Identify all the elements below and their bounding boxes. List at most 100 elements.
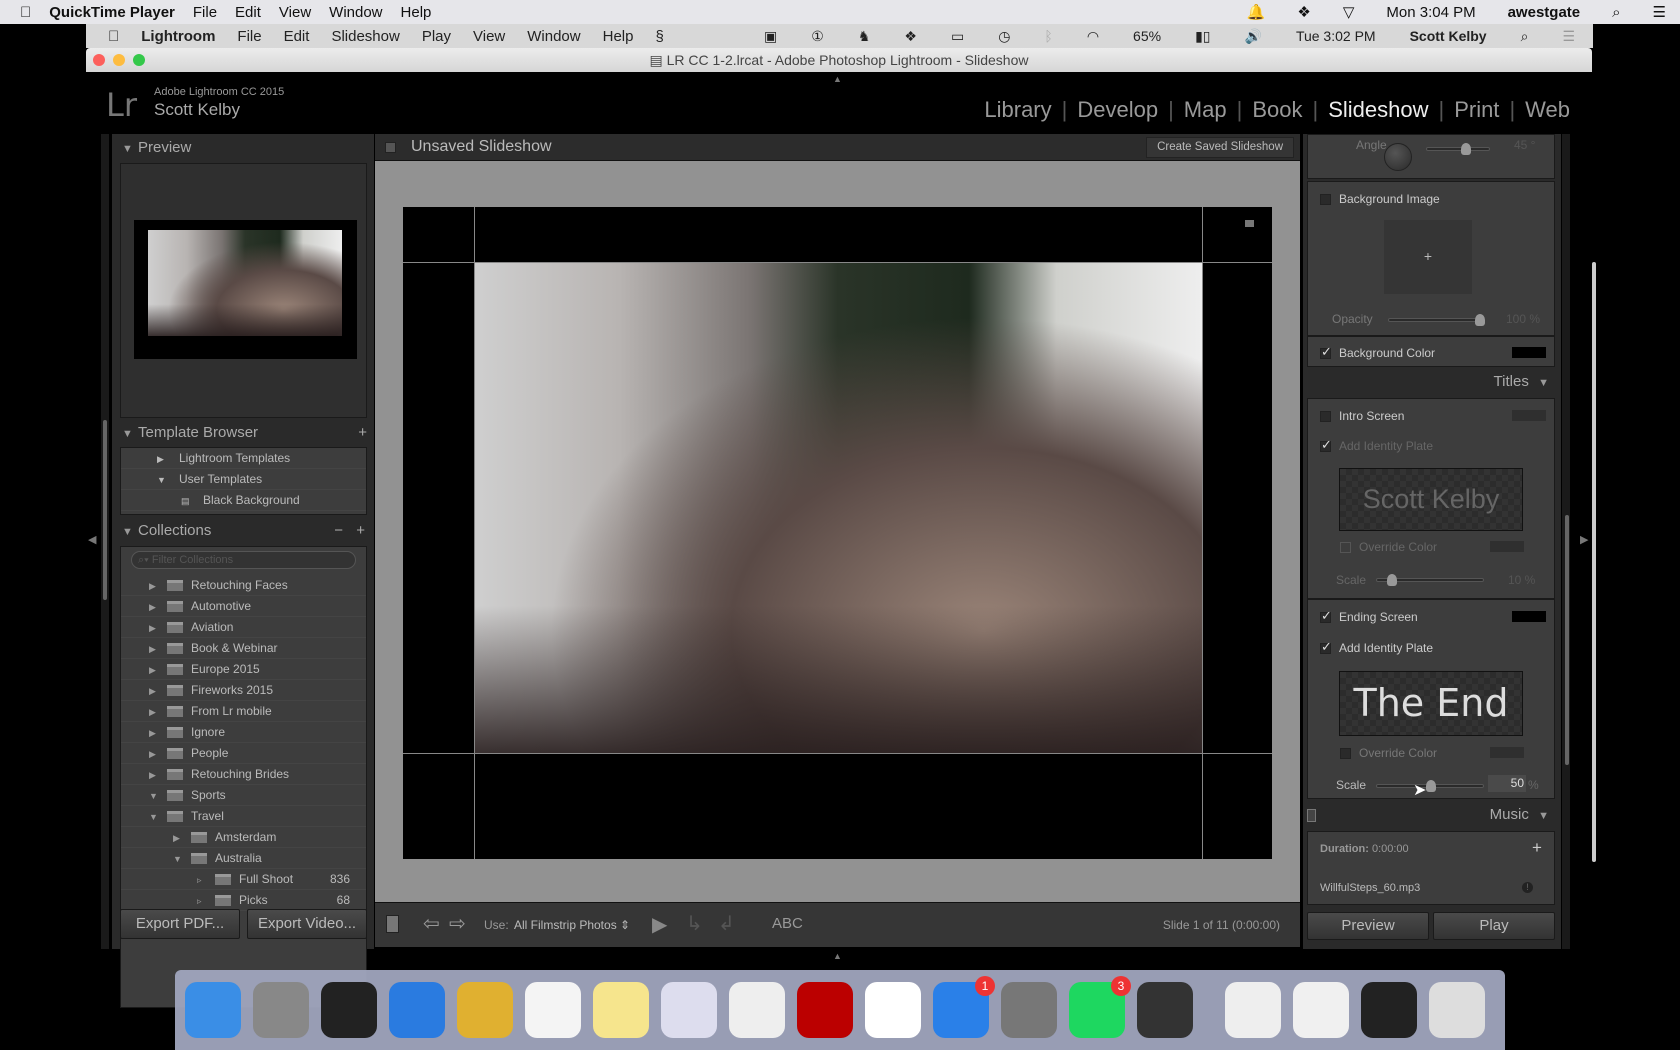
- notes-icon[interactable]: [593, 982, 649, 1038]
- add-template-icon[interactable]: +: [358, 420, 367, 446]
- menu-slideshow[interactable]: Slideshow: [331, 28, 399, 45]
- dropbox-icon[interactable]: ❖: [904, 28, 917, 45]
- intro-scale-slider[interactable]: [1376, 574, 1484, 586]
- apple-menu-icon[interactable]: : [20, 4, 31, 21]
- minimize-button[interactable]: [113, 54, 125, 66]
- menu-file[interactable]: File: [237, 28, 261, 45]
- rating-overlay-icon[interactable]: [1245, 220, 1254, 227]
- intro-identity-row[interactable]: Add Identity Plate: [1320, 437, 1554, 453]
- collection-item[interactable]: ▹ Full Shoot 836: [121, 869, 366, 890]
- video-editor-icon[interactable]: [865, 982, 921, 1038]
- disclosure-icon[interactable]: ▶: [149, 639, 167, 660]
- quicktime-icon[interactable]: [1137, 982, 1193, 1038]
- menu-help[interactable]: Help: [603, 28, 634, 45]
- background-image-row[interactable]: Background Image: [1320, 192, 1554, 206]
- airplay-icon[interactable]: ▭: [951, 28, 964, 45]
- spotlight-icon[interactable]: ⌕: [1521, 28, 1529, 45]
- ending-color-swatch[interactable]: [1512, 611, 1546, 622]
- volume-icon[interactable]: 🔊: [1245, 28, 1262, 45]
- disclosure-icon[interactable]: ▶: [173, 828, 191, 849]
- filter-collections-input[interactable]: ⌕▾ Filter Collections: [131, 551, 356, 569]
- qt-scrollbar[interactable]: [1592, 262, 1596, 862]
- spotify-icon[interactable]: 3: [1069, 976, 1131, 1038]
- menu-edit[interactable]: Edit: [235, 4, 261, 21]
- preview-button[interactable]: Preview: [1307, 912, 1429, 940]
- dropbox-icon[interactable]: ❖: [1297, 3, 1310, 21]
- launchpad-icon[interactable]: [253, 982, 309, 1038]
- slider-thumb[interactable]: [1386, 574, 1397, 586]
- background-image-well[interactable]: +: [1384, 220, 1472, 294]
- collection-item[interactable]: ▶ Amsterdam: [121, 827, 366, 848]
- user-name[interactable]: Scott Kelby: [1410, 28, 1487, 44]
- slider-thumb[interactable]: [1461, 143, 1471, 155]
- ending-override-checkbox[interactable]: [1340, 748, 1351, 760]
- document-icon[interactable]: [1225, 982, 1281, 1038]
- script-icon[interactable]: §: [655, 28, 663, 45]
- menu-window[interactable]: Window: [329, 4, 382, 21]
- reminders-icon[interactable]: [525, 982, 581, 1038]
- chrome-icon[interactable]: [457, 982, 513, 1038]
- play-slideshow-button[interactable]: Play: [1433, 912, 1555, 940]
- collection-item[interactable]: ▼ Sports: [121, 785, 366, 806]
- app-store-icon[interactable]: 1: [933, 976, 995, 1038]
- notification-center-icon[interactable]: ☰: [1653, 3, 1666, 21]
- collection-item[interactable]: ▶ Aviation: [121, 617, 366, 638]
- stop-button[interactable]: [386, 915, 399, 933]
- music-file[interactable]: WillfulSteps_60.mp3: [1320, 882, 1554, 894]
- module-library[interactable]: Library: [984, 97, 1051, 123]
- collection-item[interactable]: ▼ Australia: [121, 848, 366, 869]
- opacity-slider[interactable]: [1388, 314, 1485, 326]
- collection-item[interactable]: ▶ Retouching Brides: [121, 764, 366, 785]
- collection-toggle-icon[interactable]: [385, 142, 396, 153]
- background-color-swatch[interactable]: [1512, 347, 1546, 358]
- template-item[interactable]: ▶ Lightroom Templates: [121, 448, 366, 469]
- disclosure-icon[interactable]: ▶: [149, 597, 167, 618]
- guide-line-bottom[interactable]: [403, 753, 1272, 754]
- template-item[interactable]: ▼ User Templates: [121, 469, 366, 490]
- collection-item[interactable]: ▶ Retouching Faces: [121, 575, 366, 596]
- collection-item[interactable]: ▹ Picks 68: [121, 890, 366, 911]
- export-video-button[interactable]: Export Video...: [247, 909, 367, 939]
- filmstrip-toggle-icon[interactable]: ▲: [833, 951, 842, 961]
- mission-control-icon[interactable]: [321, 982, 377, 1038]
- next-slide-button[interactable]: ⇨: [449, 911, 466, 936]
- intro-override-checkbox[interactable]: [1340, 542, 1351, 554]
- finder-icon[interactable]: [185, 982, 241, 1038]
- slider-thumb[interactable]: [1475, 314, 1485, 326]
- add-text-button[interactable]: ABC: [772, 915, 803, 932]
- menu-play[interactable]: Play: [422, 28, 451, 45]
- left-panel-toggle-icon[interactable]: ◀: [88, 533, 96, 546]
- ending-identity-plate[interactable]: The End: [1339, 671, 1523, 736]
- create-saved-slideshow-button[interactable]: Create Saved Slideshow: [1146, 137, 1294, 158]
- wifi-icon[interactable]: ▽: [1343, 3, 1355, 21]
- disclosure-icon[interactable]: ▼: [149, 786, 167, 807]
- 1password-icon[interactable]: ①: [811, 28, 824, 45]
- ending-scale-slider[interactable]: [1376, 780, 1484, 792]
- previous-slide-button[interactable]: ⇦: [423, 911, 440, 936]
- wifi-icon[interactable]: ◠: [1087, 28, 1099, 45]
- bluetooth-icon[interactable]: ᛒ: [1044, 28, 1052, 44]
- module-print[interactable]: Print: [1454, 97, 1499, 123]
- disclosure-icon[interactable]: ▶: [149, 723, 167, 744]
- menu-view[interactable]: View: [279, 4, 311, 21]
- rotate-ccw-icon[interactable]: ↲: [718, 911, 735, 936]
- angle-slider[interactable]: [1426, 143, 1490, 155]
- ending-screen-checkbox[interactable]: [1320, 608, 1332, 624]
- menu-file[interactable]: File: [193, 4, 217, 21]
- add-music-icon[interactable]: +: [1532, 838, 1542, 858]
- right-panel-toggle-icon[interactable]: ▶: [1580, 533, 1588, 546]
- menu-lightroom[interactable]: Lightroom: [141, 28, 215, 45]
- collection-item[interactable]: ▼ Travel: [121, 806, 366, 827]
- apple-menu-icon[interactable]: : [108, 28, 119, 45]
- photos-icon[interactable]: [729, 982, 785, 1038]
- collection-item[interactable]: ▶ From Lr mobile: [121, 701, 366, 722]
- system-preferences-icon[interactable]: [1001, 982, 1057, 1038]
- top-panel-toggle-icon[interactable]: ▲: [833, 74, 842, 84]
- screenshot-icon[interactable]: [1361, 982, 1417, 1038]
- collection-item[interactable]: ▶ People: [121, 743, 366, 764]
- collection-item[interactable]: ▶ Book & Webinar: [121, 638, 366, 659]
- disclosure-icon[interactable]: ▶: [149, 765, 167, 786]
- module-map[interactable]: Map: [1184, 97, 1227, 123]
- menu-help[interactable]: Help: [401, 4, 432, 21]
- music-enable-toggle[interactable]: [1307, 809, 1316, 822]
